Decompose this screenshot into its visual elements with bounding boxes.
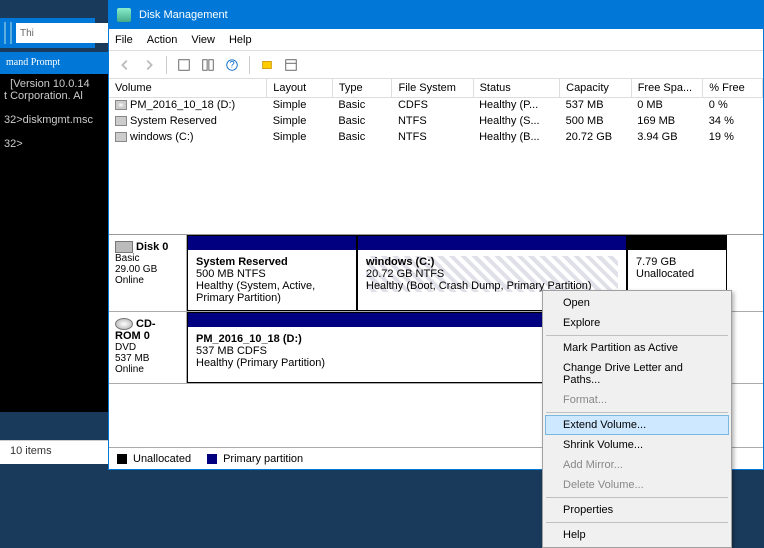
- disc-icon: [115, 100, 127, 110]
- column-header[interactable]: Layout: [267, 79, 333, 97]
- menu-item-add-mirror: Add Mirror...: [545, 455, 729, 475]
- toolbar-button[interactable]: [174, 55, 194, 75]
- menu-item-mark-partition-as-active[interactable]: Mark Partition as Active: [545, 338, 729, 358]
- disk-info[interactable]: CD-ROM 0DVD537 MBOnline: [109, 312, 187, 383]
- menu-item-open[interactable]: Open: [545, 293, 729, 313]
- menu-help[interactable]: Help: [229, 34, 252, 46]
- command-prompt-window: mand Prompt [Version 10.0.14 t Corporati…: [0, 52, 108, 412]
- column-header[interactable]: Free Spa...: [631, 79, 703, 97]
- menu-bar: File Action View Help: [109, 29, 763, 51]
- legend-swatch: [117, 454, 127, 464]
- explorer-status-bar: 10 items: [0, 440, 108, 464]
- menu-item-format: Format...: [545, 390, 729, 410]
- column-header[interactable]: Volume: [109, 79, 267, 97]
- column-header[interactable]: Status: [473, 79, 560, 97]
- volume-row[interactable]: System ReservedSimpleBasicNTFSHealthy (S…: [109, 113, 763, 129]
- partition[interactable]: System Reserved500 MB NTFSHealthy (Syste…: [187, 235, 357, 311]
- drive-icon: [115, 241, 133, 253]
- menu-view[interactable]: View: [191, 34, 215, 46]
- drive-icon: [115, 132, 127, 142]
- window-title: Disk Management: [139, 9, 228, 21]
- menu-item-explore[interactable]: Explore: [545, 313, 729, 333]
- column-header[interactable]: Capacity: [560, 79, 632, 97]
- menu-action[interactable]: Action: [147, 34, 178, 46]
- menu-item-properties[interactable]: Properties: [545, 500, 729, 520]
- legend-swatch: [207, 454, 217, 464]
- legend-label: Unallocated: [133, 453, 191, 465]
- volume-list-pane: VolumeLayoutTypeFile SystemStatusCapacit…: [109, 79, 763, 235]
- legend-label: Primary partition: [223, 453, 303, 465]
- menu-item-help[interactable]: Help: [545, 525, 729, 545]
- column-header[interactable]: Type: [332, 79, 392, 97]
- task-icon[interactable]: [10, 22, 12, 44]
- disk-info[interactable]: Disk 0Basic29.00 GBOnline: [109, 235, 187, 311]
- cmd-title: mand Prompt: [0, 52, 108, 74]
- taskbar: [0, 18, 95, 48]
- toolbar: ?: [109, 51, 763, 79]
- drive-icon: [115, 116, 127, 126]
- toolbar-button[interactable]: [257, 55, 277, 75]
- disc-icon: [115, 318, 133, 330]
- volume-row[interactable]: PM_2016_10_18 (D:)SimpleBasicCDFSHealthy…: [109, 97, 763, 113]
- cmd-body: [Version 10.0.14 t Corporation. Al 32>di…: [0, 74, 108, 154]
- volume-row[interactable]: windows (C:)SimpleBasicNTFSHealthy (B...…: [109, 129, 763, 145]
- svg-text:?: ?: [229, 59, 234, 70]
- column-header[interactable]: File System: [392, 79, 473, 97]
- volume-table[interactable]: VolumeLayoutTypeFile SystemStatusCapacit…: [109, 79, 763, 145]
- task-icon[interactable]: [4, 22, 6, 44]
- column-header[interactable]: % Free: [703, 79, 763, 97]
- help-button[interactable]: ?: [222, 55, 242, 75]
- menu-item-delete-volume: Delete Volume...: [545, 475, 729, 495]
- forward-button: [139, 55, 159, 75]
- menu-item-extend-volume[interactable]: Extend Volume...: [545, 415, 729, 435]
- menu-item-change-drive-letter-and-paths[interactable]: Change Drive Letter and Paths...: [545, 358, 729, 390]
- context-menu: OpenExplore Mark Partition as ActiveChang…: [542, 290, 732, 548]
- title-bar[interactable]: Disk Management: [109, 1, 763, 29]
- refresh-button[interactable]: [198, 55, 218, 75]
- toolbar-button[interactable]: [281, 55, 301, 75]
- menu-file[interactable]: File: [115, 34, 133, 46]
- back-button: [115, 55, 135, 75]
- app-icon: [117, 8, 131, 22]
- menu-item-shrink-volume[interactable]: Shrink Volume...: [545, 435, 729, 455]
